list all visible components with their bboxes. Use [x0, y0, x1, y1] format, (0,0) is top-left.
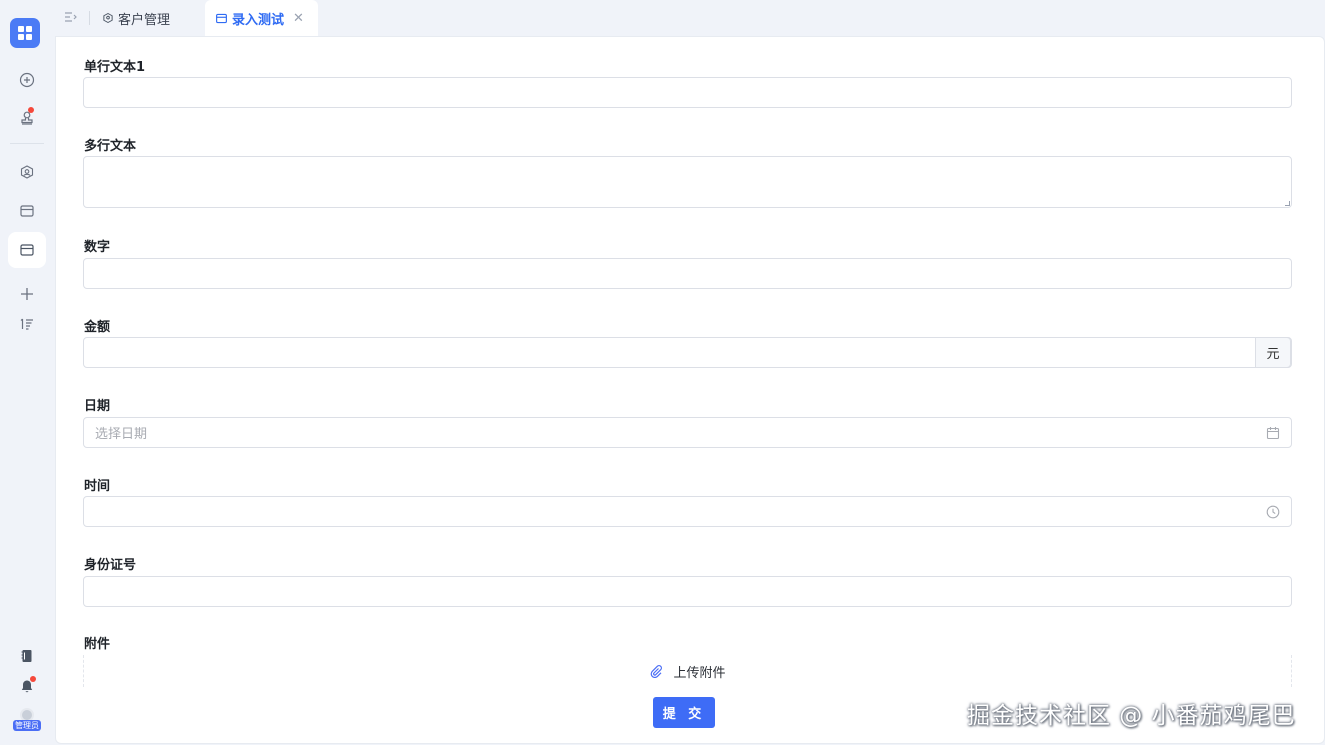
tab-bar: 客户管理 录入测试 ✕ [54, 0, 1325, 36]
sort-button[interactable] [8, 306, 46, 342]
upload-label: 上传附件 [673, 665, 726, 681]
plus-circle-icon [19, 72, 35, 88]
upload-attachment-area[interactable]: 上传附件 [83, 655, 1292, 687]
tab-separator [89, 11, 90, 25]
resize-handle[interactable] [1285, 201, 1290, 206]
tab-entry-test[interactable]: 录入测试 ✕ [205, 0, 318, 36]
sort-icon [20, 318, 33, 330]
notifications-button[interactable] [8, 668, 46, 704]
single-line-text-input[interactable] [83, 77, 1292, 108]
collapse-sidebar-icon[interactable] [64, 10, 78, 24]
attachment-label: 附件 [84, 637, 111, 652]
id-number-label: 身份证号 [84, 558, 137, 573]
app-logo[interactable] [10, 18, 40, 48]
tab-label: 录入测试 [232, 12, 285, 28]
sidebar-item-entry-test[interactable] [8, 232, 46, 268]
single-line-text-label: 单行文本1 [84, 60, 146, 75]
amount-label: 金额 [84, 320, 111, 335]
approval-button[interactable] [8, 100, 46, 136]
amount-input[interactable]: 元 [83, 337, 1292, 368]
currency-suffix: 元 [1255, 337, 1291, 368]
date-picker[interactable]: 选择日期 [83, 417, 1292, 448]
windows-logo-icon [18, 26, 32, 40]
number-label: 数字 [84, 240, 111, 255]
date-label: 日期 [84, 399, 111, 414]
add-circle-button[interactable] [8, 62, 46, 98]
close-tab-icon[interactable]: ✕ [293, 11, 304, 26]
watermark: 掘金技术社区 @ 小番茄鸡尾巴 [967, 703, 1296, 729]
window-icon [216, 13, 227, 23]
notification-dot [30, 676, 36, 682]
form-panel: 单行文本1 多行文本 数字 金额 元 日期 选择日期 时间 身份证号 附件 上传… [55, 36, 1325, 744]
time-picker[interactable] [83, 496, 1292, 527]
window-icon [20, 244, 34, 256]
book-icon [21, 650, 32, 662]
rail-divider [10, 143, 44, 144]
customer-icon [103, 12, 113, 24]
sidebar-item-customer[interactable] [8, 154, 46, 190]
customer-icon [20, 165, 34, 179]
calendar-icon [1266, 427, 1280, 440]
time-label: 时间 [84, 479, 111, 494]
number-input[interactable] [83, 258, 1292, 289]
multi-line-text-label: 多行文本 [84, 139, 137, 154]
tab-customer-management[interactable]: 客户管理 [92, 0, 180, 36]
plus-icon [21, 288, 33, 300]
multi-line-textarea[interactable] [83, 156, 1292, 208]
window-icon [20, 205, 34, 217]
submit-button[interactable]: 提 交 [653, 697, 715, 728]
sidebar-item-form[interactable] [8, 193, 46, 229]
clock-icon [1266, 505, 1280, 519]
user-avatar[interactable]: 管理员 [12, 708, 42, 736]
id-number-input[interactable] [83, 576, 1292, 607]
sidebar-rail: 管理员 [0, 0, 54, 745]
user-name: 管理员 [13, 720, 41, 731]
date-placeholder: 选择日期 [95, 427, 148, 442]
paperclip-icon [651, 665, 663, 678]
tab-label: 客户管理 [118, 12, 171, 28]
notification-dot [28, 107, 34, 113]
